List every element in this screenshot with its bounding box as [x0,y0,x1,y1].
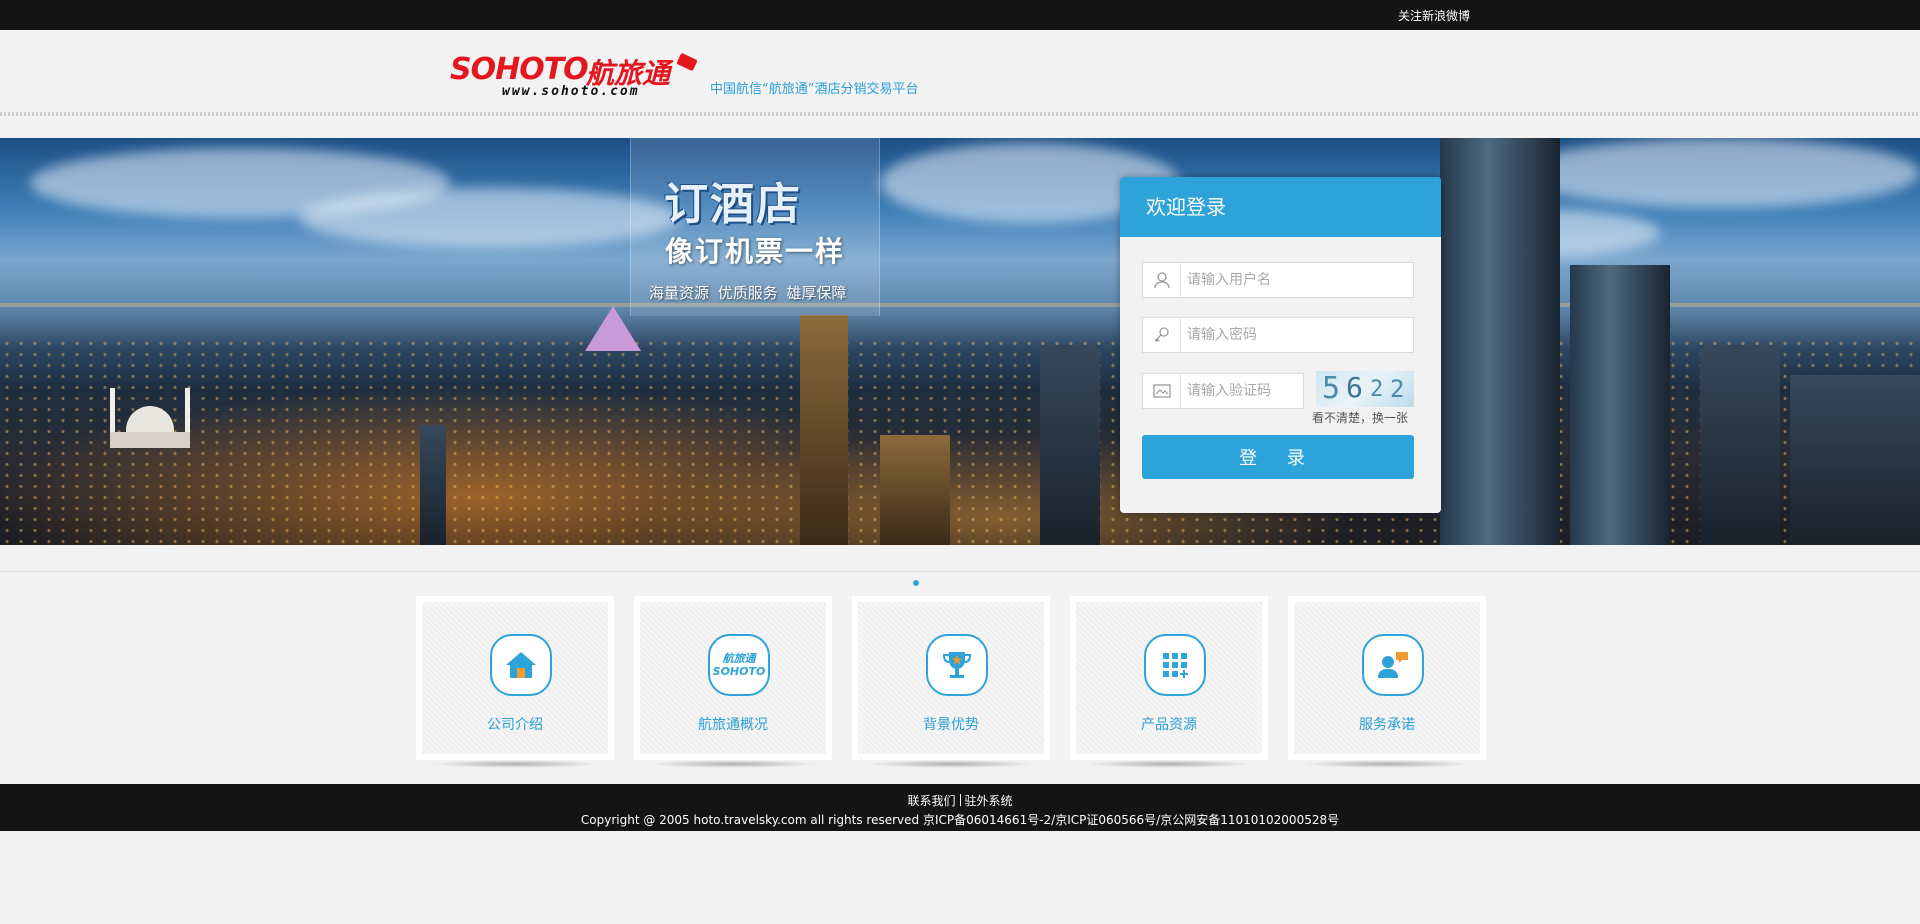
slogan-sub: 像订机票一样 [665,235,846,268]
card-shadow [1302,760,1472,768]
user-icon [1143,263,1181,297]
cloud-decoration [300,188,680,248]
username-field[interactable] [1142,262,1414,298]
trophy-icon [926,634,988,696]
logo-brand: SOHOTO [450,52,589,87]
captcha-image[interactable]: 5 6 2 2 [1316,371,1414,407]
building [1570,265,1670,545]
login-title: 欢迎登录 [1120,177,1441,237]
captcha-char: 2 [1390,375,1405,403]
login-button[interactable]: 登 录 [1142,435,1414,479]
card-sohoto-overview[interactable]: 航旅通 SOHOTO 航旅通概况 [634,596,832,760]
image-icon [1143,374,1181,408]
logo-url: www.sohoto.com [502,84,640,99]
card-shadow [1084,760,1254,768]
captcha-char: 6 [1346,371,1363,404]
slogan-main: 订酒店 [664,179,802,230]
building [1040,345,1100,545]
card-label: 服务承诺 [1359,717,1415,733]
mosque-illustration [110,388,190,448]
card-shadow [430,760,600,768]
login-panel: 欢迎登录 5 6 2 2 看不清楚，换一张 登 录 [1120,177,1441,513]
captcha-refresh-link[interactable]: 看不清楚，换一张 [1312,409,1408,426]
icon-text-cn: 航旅通 [722,652,756,665]
banner-slogan: 订酒店 像订机票一样 海量资源 优质服务 雄厚保障 [630,138,880,316]
sohoto-logo-icon: 航旅通 SOHOTO [708,634,770,696]
agency-system-link[interactable]: 驻外系统 [965,794,1013,808]
building [1440,138,1560,545]
card-background-advantage[interactable]: 背景优势 [852,596,1050,760]
footer-separator [959,794,961,806]
key-icon [1143,318,1181,352]
username-input[interactable] [1187,267,1387,293]
icon-text-en: SOHOTO [712,665,766,678]
footer: 联系我们 驻外系统 Copyright @ 2005 hoto.travelsky… [0,784,1920,831]
card-shadow [866,760,1036,768]
header-divider [0,112,1920,116]
grid-icon [1144,634,1206,696]
card-product-resources[interactable]: 产品资源 [1070,596,1268,760]
top-bar: 关注新浪微博 [0,0,1920,30]
copyright-text: Copyright @ 2005 hoto.travelsky.com all … [580,813,1340,827]
building [420,425,446,545]
captcha-input[interactable] [1187,378,1297,404]
support-chat-icon [1362,634,1424,696]
section-divider [0,571,1920,572]
cloud-decoration [1520,138,1920,208]
footer-links: 联系我们 驻外系统 [0,792,1920,809]
card-service-commitment[interactable]: 服务承诺 [1288,596,1486,760]
header-tagline: 中国航信“航旅通”酒店分销交易平台 [710,82,919,97]
contact-us-link[interactable]: 联系我们 [907,794,955,808]
card-label: 航旅通概况 [698,717,768,733]
captcha-char: 2 [1370,377,1384,402]
captcha-field[interactable] [1142,373,1304,409]
slogan-features: 海量资源 优质服务 雄厚保障 [649,284,847,302]
building [1790,375,1920,545]
card-label: 背景优势 [923,717,979,733]
logo-tag-icon [676,52,698,72]
building [880,435,950,545]
home-icon [490,634,552,696]
card-label: 产品资源 [1141,717,1197,733]
building [1700,345,1780,545]
sohoto-logo[interactable]: SOHOTO 航旅通 www.sohoto.com [450,52,700,100]
password-field[interactable] [1142,317,1414,353]
hero-banner: 订酒店 像订机票一样 海量资源 优质服务 雄厚保障 [0,138,1920,545]
header: SOHOTO 航旅通 www.sohoto.com 中国航信“航旅通”酒店分销交… [0,30,1920,114]
captcha-char: 5 [1322,371,1341,406]
card-shadow [648,760,818,768]
slider-indicator-dot[interactable] [913,580,919,586]
building [800,315,848,545]
card-label: 公司介绍 [487,717,543,733]
follow-weibo-link[interactable]: 关注新浪微博 [1398,7,1470,24]
card-company-intro[interactable]: 公司介绍 [416,596,614,760]
password-input[interactable] [1187,322,1387,348]
